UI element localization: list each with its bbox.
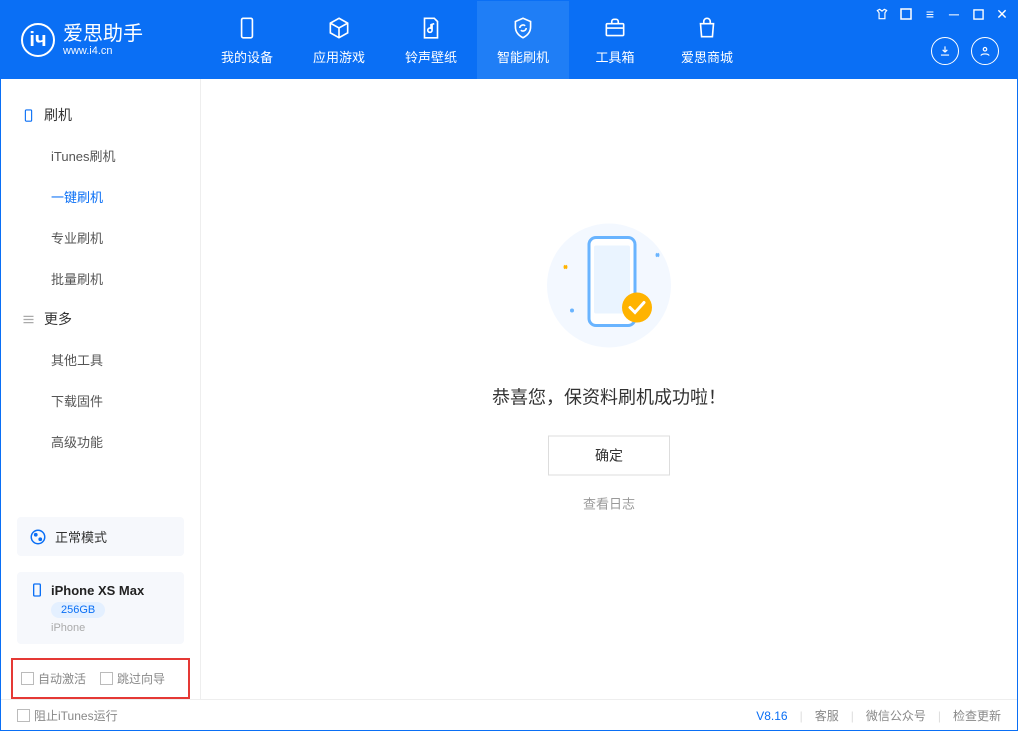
app-logo: iч 爱思助手 www.i4.cn <box>1 23 201 57</box>
tab-label: 铃声壁纸 <box>405 47 457 66</box>
update-link[interactable]: 检查更新 <box>953 707 1001 724</box>
tab-label: 爱思商城 <box>681 47 733 66</box>
group-label: 更多 <box>44 309 72 329</box>
tab-label: 应用游戏 <box>313 47 365 66</box>
minimize-button[interactable]: ─ <box>947 7 961 21</box>
logo-icon: iч <box>21 23 55 57</box>
tab-flash[interactable]: 智能刷机 <box>477 1 569 79</box>
device-card[interactable]: iPhone XS Max 256GB iPhone <box>17 572 184 644</box>
device-type: iPhone <box>51 622 85 634</box>
success-message: 恭喜您，保资料刷机成功啦！ <box>492 384 726 410</box>
app-title: 爱思助手 <box>63 23 143 45</box>
device-icon <box>21 108 36 123</box>
sidebar-item-batch-flash[interactable]: 批量刷机 <box>13 258 188 299</box>
auto-activate-checkbox[interactable]: 自动激活 <box>21 670 86 687</box>
device-name-label: iPhone XS Max <box>51 583 144 598</box>
refresh-shield-icon <box>510 15 536 41</box>
menu-icon[interactable]: ≡ <box>923 7 937 21</box>
tab-store[interactable]: 爱思商城 <box>661 1 753 79</box>
sidebar-item-one-key-flash[interactable]: 一键刷机 <box>13 176 188 217</box>
version-label: V8.16 <box>756 709 787 723</box>
success-illustration <box>534 216 684 356</box>
briefcase-icon <box>602 15 628 41</box>
sidebar-item-itunes-flash[interactable]: iTunes刷机 <box>13 135 188 176</box>
close-button[interactable]: ✕ <box>995 7 1009 21</box>
footer-label: 阻止iTunes运行 <box>34 707 118 724</box>
mode-card[interactable]: 正常模式 <box>17 517 184 556</box>
user-button[interactable] <box>971 37 999 65</box>
tab-toolbox[interactable]: 工具箱 <box>569 1 661 79</box>
tab-label: 智能刷机 <box>497 47 549 66</box>
option-label: 跳过向导 <box>117 670 165 687</box>
tab-ringtones[interactable]: 铃声壁纸 <box>385 1 477 79</box>
tab-my-device[interactable]: 我的设备 <box>201 1 293 79</box>
music-file-icon <box>418 15 444 41</box>
phone-icon <box>234 15 260 41</box>
shirt-icon[interactable] <box>875 7 889 21</box>
options-row: 自动激活 跳过向导 <box>11 658 190 699</box>
view-log-link[interactable]: 查看日志 <box>583 494 635 513</box>
maximize-button[interactable] <box>971 7 985 21</box>
sidebar-item-download-firmware[interactable]: 下载固件 <box>13 380 188 421</box>
separator: | <box>851 709 854 723</box>
mode-icon <box>29 528 47 546</box>
option-label: 自动激活 <box>38 670 86 687</box>
mode-label: 正常模式 <box>55 527 107 546</box>
tab-apps[interactable]: 应用游戏 <box>293 1 385 79</box>
sidebar-group-more: 更多 <box>13 299 188 339</box>
wechat-link[interactable]: 微信公众号 <box>866 707 926 724</box>
device-small-icon <box>29 582 45 598</box>
list-icon <box>21 312 36 327</box>
block-itunes-checkbox[interactable]: 阻止iTunes运行 <box>17 707 118 724</box>
device-capacity: 256GB <box>51 602 105 618</box>
bag-icon <box>694 15 720 41</box>
app-subtitle: www.i4.cn <box>63 45 143 57</box>
cube-icon <box>326 15 352 41</box>
sidebar-item-advanced[interactable]: 高级功能 <box>13 421 188 462</box>
service-link[interactable]: 客服 <box>815 707 839 724</box>
sidebar-item-pro-flash[interactable]: 专业刷机 <box>13 217 188 258</box>
confirm-button[interactable]: 确定 <box>548 436 670 476</box>
sidebar-item-other-tools[interactable]: 其他工具 <box>13 339 188 380</box>
group-label: 刷机 <box>44 105 72 125</box>
tab-label: 工具箱 <box>595 47 634 66</box>
sidebar-group-flash: 刷机 <box>13 95 188 135</box>
separator: | <box>938 709 941 723</box>
window-icon[interactable] <box>899 7 913 21</box>
skip-guide-checkbox[interactable]: 跳过向导 <box>100 670 165 687</box>
tab-label: 我的设备 <box>221 47 273 66</box>
separator: | <box>800 709 803 723</box>
download-button[interactable] <box>931 37 959 65</box>
